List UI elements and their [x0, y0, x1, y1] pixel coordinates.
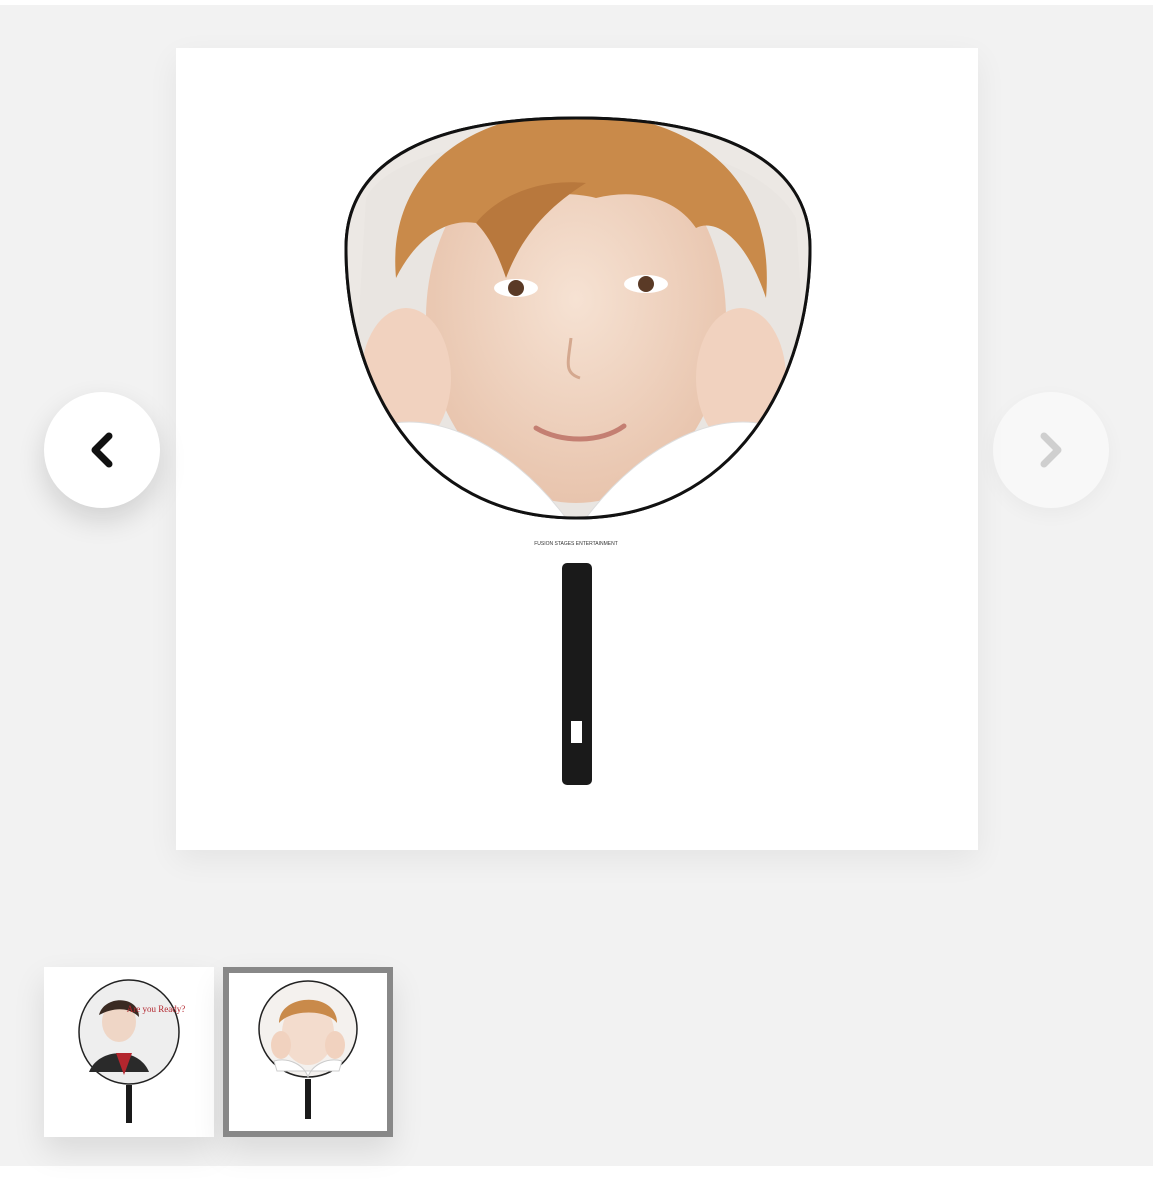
thumbnail-2-selected[interactable] [223, 967, 393, 1137]
main-product-image[interactable]: FUSION STAGES ENTERTAINMENT [176, 48, 978, 850]
thumbnail-fan-red-jacket: Are you Ready? [78, 979, 185, 1123]
chevron-left-icon [91, 432, 113, 468]
thumbnail-1[interactable]: Are you Ready? [44, 967, 214, 1137]
thumbnail-print-text: Are you Ready? [127, 1004, 185, 1014]
fan-print-text: FUSION STAGES ENTERTAINMENT [534, 541, 618, 547]
next-image-button[interactable] [993, 392, 1109, 508]
thumbnail-fan-white-hood [258, 980, 358, 1119]
previous-image-button[interactable] [44, 392, 160, 508]
fan-handle [562, 563, 592, 785]
uchiwa-fan-illustration: FUSION STAGES ENTERTAINMENT [344, 116, 812, 785]
chevron-right-icon [1040, 432, 1062, 468]
